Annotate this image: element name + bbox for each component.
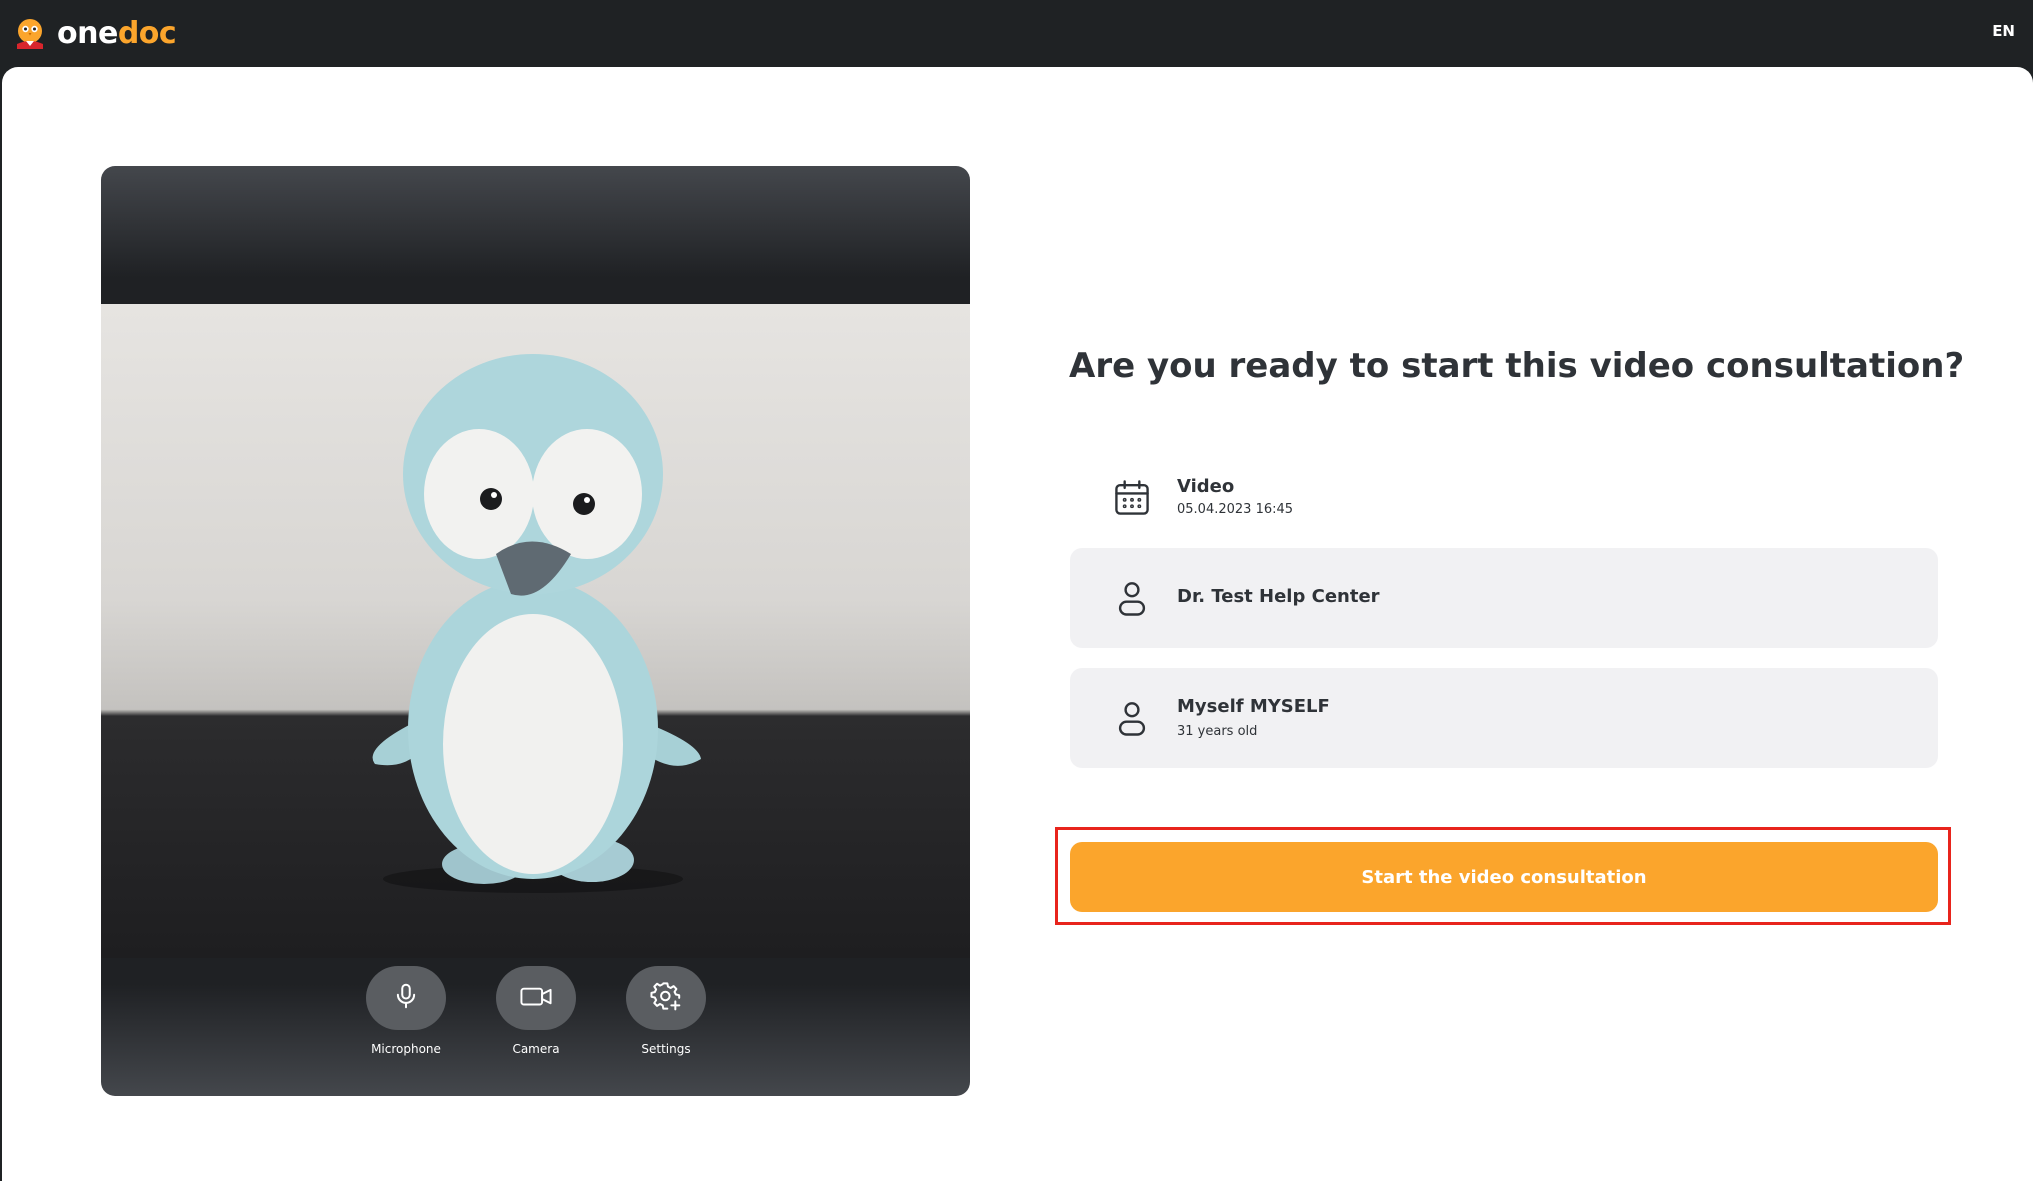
camera-control: Camera	[491, 966, 581, 1056]
settings-plus-icon	[650, 980, 682, 1016]
calendar-icon	[1110, 476, 1154, 520]
settings-label: Settings	[641, 1042, 691, 1056]
doctor-info: Dr. Test Help Center	[1070, 548, 1938, 648]
person-icon	[1110, 576, 1154, 620]
microphone-label: Microphone	[371, 1042, 441, 1056]
patient-age: 31 years old	[1177, 724, 1258, 739]
person-icon	[1110, 696, 1154, 740]
start-video-consultation-button[interactable]: Start the video consultation	[1070, 842, 1938, 912]
microphone-button[interactable]	[366, 966, 446, 1030]
settings-button[interactable]	[626, 966, 706, 1030]
camera-image-penguin-figurine	[372, 354, 701, 893]
patient-info: Myself MYSELF 31 years old	[1070, 668, 1938, 768]
top-bar: onedoc EN	[0, 0, 2033, 66]
brand-name-one: one	[57, 15, 118, 51]
video-preview-panel: Microphone Camera Settings	[101, 166, 970, 1096]
camera-button[interactable]	[496, 966, 576, 1030]
onedoc-logo[interactable]: onedoc	[13, 13, 177, 53]
camera-label: Camera	[512, 1042, 560, 1056]
appointment-datetime: 05.04.2023 16:45	[1177, 502, 1294, 517]
camera-icon	[519, 981, 553, 1015]
media-controls: Microphone Camera Settings	[101, 966, 970, 1066]
page-title: Are you ready to start this video consul…	[1069, 346, 1965, 386]
camera-feed	[101, 304, 970, 958]
microphone-icon	[391, 981, 421, 1015]
appointment-info: Video 05.04.2023 16:45	[1070, 448, 1938, 548]
language-selector[interactable]: EN	[1992, 22, 2015, 40]
brand-name-doc: doc	[117, 15, 177, 51]
owl-doctor-icon	[13, 16, 47, 50]
microphone-control: Microphone	[361, 966, 451, 1056]
brand-name: onedoc	[57, 15, 177, 51]
doctor-name: Dr. Test Help Center	[1177, 586, 1380, 607]
appointment-type: Video	[1177, 476, 1235, 497]
patient-name: Myself MYSELF	[1177, 696, 1330, 717]
settings-control: Settings	[621, 966, 711, 1056]
